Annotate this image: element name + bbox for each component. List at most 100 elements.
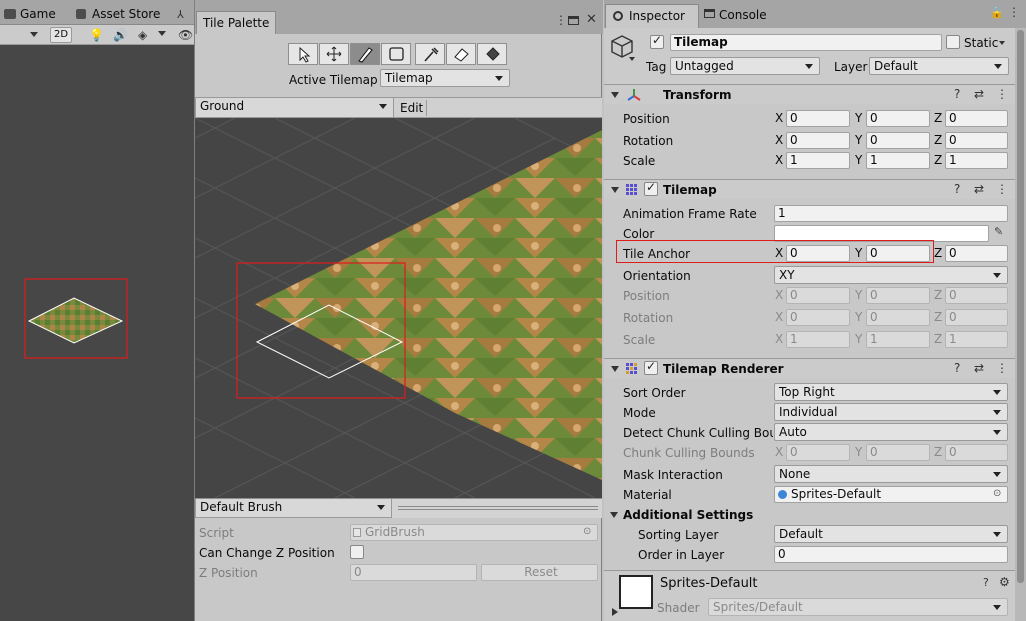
tilemap-renderer-header[interactable]: Tilemap Renderer ? ⇄ ⋮	[604, 358, 1016, 378]
game-tab[interactable]: Game	[4, 4, 56, 24]
paint-brush-button[interactable]	[350, 43, 380, 65]
maximize-icon[interactable]	[568, 16, 579, 25]
component-menu-icon[interactable]: ⋮	[996, 87, 1008, 101]
object-picker-icon[interactable]: ⊙	[993, 488, 1001, 499]
layer-dropdown[interactable]: Default	[869, 57, 1009, 75]
audio-toggle-icon[interactable]: 🔊	[113, 28, 128, 42]
orientation-rotation-y-field: 0	[866, 309, 930, 326]
transform-header[interactable]: Transform ? ⇄ ⋮	[604, 84, 1016, 104]
tile-anchor-z-field[interactable]: 0	[945, 245, 1008, 262]
select-tool-button[interactable]	[288, 43, 318, 65]
effects-toggle-icon[interactable]: ◈	[138, 28, 147, 42]
presets-icon[interactable]: ⇄	[974, 182, 984, 196]
more-tabs-icon[interactable]: ⅄	[177, 8, 184, 21]
orientation-rotation-label: Rotation	[623, 311, 674, 325]
asset-store-tab[interactable]: Asset Store	[76, 4, 160, 24]
static-checkbox[interactable]	[946, 35, 960, 49]
settings-gear-icon[interactable]: ⚙	[999, 575, 1010, 589]
rotation-z-field[interactable]: 0	[945, 132, 1008, 149]
detect-chunk-culling-dropdown[interactable]: Auto	[774, 423, 1008, 441]
scene-tilemap-preview	[27, 297, 124, 344]
fold-icon	[611, 187, 619, 193]
icon-dropdown-icon[interactable]	[629, 57, 635, 61]
can-change-z-checkbox[interactable]	[350, 545, 364, 559]
tilemap-header[interactable]: Tilemap ? ⇄ ⋮	[604, 179, 1016, 199]
mode-2d-button[interactable]: 2D	[50, 27, 72, 43]
mask-interaction-dropdown[interactable]: None	[774, 465, 1008, 483]
material-field[interactable]: Sprites-Default	[774, 486, 1008, 503]
window-menu-icon[interactable]: ⋮	[555, 13, 567, 27]
component-menu-icon[interactable]: ⋮	[996, 361, 1008, 375]
tilemap-enabled-checkbox[interactable]	[644, 180, 658, 196]
scale-y-field[interactable]: 1	[866, 152, 930, 169]
active-tilemap-dropdown[interactable]: Tilemap	[380, 69, 510, 87]
x-axis-label: X	[775, 310, 784, 324]
tag-dropdown[interactable]: Untagged	[670, 57, 820, 75]
picker-button[interactable]	[415, 43, 445, 65]
close-icon[interactable]: ✕	[586, 12, 597, 27]
animation-frame-rate-field[interactable]: 1	[774, 205, 1008, 222]
inspector-tab[interactable]: Inspector	[605, 4, 699, 28]
expand-icon[interactable]	[612, 608, 618, 616]
visibility-icon[interactable]: 👁	[178, 28, 193, 42]
presets-icon[interactable]: ⇄	[974, 87, 984, 101]
sort-order-dropdown[interactable]: Top Right	[774, 383, 1008, 401]
inspector-scroll-thumb[interactable]	[1017, 30, 1024, 583]
position-x-field[interactable]: 0	[786, 110, 850, 127]
fill-bucket-button[interactable]	[477, 43, 507, 65]
static-label: Static	[964, 36, 999, 50]
help-icon[interactable]: ?	[954, 182, 960, 196]
inspector-tab-label: Inspector	[629, 9, 685, 23]
console-tab[interactable]: Console	[702, 6, 782, 26]
eraser-button[interactable]	[446, 43, 476, 65]
rotation-y-field[interactable]: 0	[866, 132, 930, 149]
static-dropdown-icon[interactable]	[999, 41, 1005, 45]
position-label: Position	[623, 112, 670, 126]
palette-dropdown[interactable]: Ground	[195, 98, 394, 117]
edit-palette-button[interactable]: Edit	[397, 100, 428, 116]
tile-palette-tab[interactable]: Tile Palette	[196, 11, 277, 34]
lock-icon[interactable]: 🔒	[990, 6, 1004, 19]
effects-dropdown-icon[interactable]	[158, 31, 166, 36]
box-fill-button[interactable]	[381, 43, 411, 65]
scale-z-field[interactable]: 1	[945, 152, 1008, 169]
orientation-dropdown[interactable]: XY	[774, 266, 1008, 284]
palette-canvas[interactable]	[195, 118, 602, 498]
move-tool-button[interactable]	[319, 43, 349, 65]
object-name-field[interactable]: Tilemap	[670, 34, 942, 51]
orientation-rotation-x-field: 0	[786, 309, 850, 326]
help-icon[interactable]: ?	[983, 576, 989, 589]
active-checkbox[interactable]	[650, 33, 664, 49]
tag-label: Tag	[646, 60, 667, 74]
presets-icon[interactable]: ⇄	[974, 361, 984, 375]
help-icon[interactable]: ?	[954, 361, 960, 375]
splitter-handle[interactable]	[398, 506, 598, 510]
fold-icon[interactable]	[610, 512, 618, 518]
x-axis-label: X	[775, 111, 784, 125]
inspector-menu-icon[interactable]: ⋮	[1008, 5, 1020, 19]
position-y-field[interactable]: 0	[866, 110, 930, 127]
position-z-field[interactable]: 0	[945, 110, 1008, 127]
sorting-layer-dropdown[interactable]: Default	[774, 525, 1008, 543]
scene-canvas	[24, 278, 128, 359]
additional-settings-foldout[interactable]: Additional Settings	[623, 507, 753, 523]
tile-anchor-highlight-box	[616, 240, 934, 263]
brush-dropdown[interactable]: Default Brush	[195, 499, 392, 518]
store-icon	[76, 9, 86, 19]
order-in-layer-field[interactable]: 0	[774, 546, 1008, 563]
rotation-x-field[interactable]: 0	[786, 132, 850, 149]
console-icon	[704, 9, 715, 18]
scale-x-field[interactable]: 1	[786, 152, 850, 169]
component-menu-icon[interactable]: ⋮	[996, 182, 1008, 196]
help-icon[interactable]: ?	[954, 87, 960, 101]
chunk-bounds-z-field: 0	[945, 444, 1008, 461]
sort-order-label: Sort Order	[623, 386, 686, 400]
mode-dropdown[interactable]: Individual	[774, 403, 1008, 421]
lighting-toggle-icon[interactable]: 💡	[89, 28, 104, 42]
scene-view[interactable]	[0, 45, 194, 621]
y-axis-label: Y	[855, 153, 863, 167]
y-axis-label: Y	[855, 133, 863, 147]
mask-interaction-label: Mask Interaction	[623, 468, 723, 482]
eyedropper-icon[interactable]: ✎	[994, 225, 1003, 238]
tilemap-renderer-enabled-checkbox[interactable]	[644, 359, 658, 375]
